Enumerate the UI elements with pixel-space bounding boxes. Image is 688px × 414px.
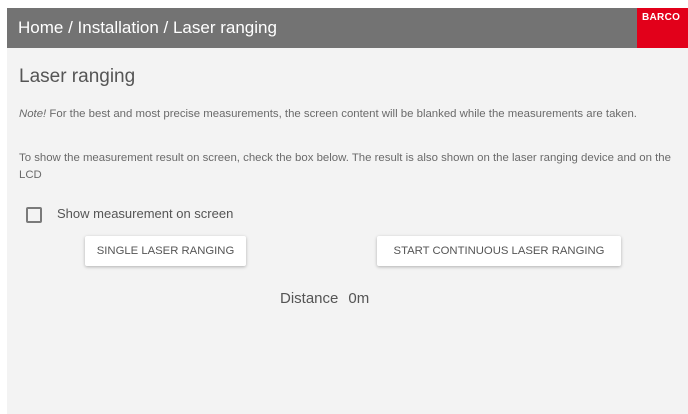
app-window: Home / Installation / Laser ranging BARC… [7,8,688,414]
distance-readout: Distance 0m [280,290,369,307]
barco-logo-text: BARCO [642,12,681,23]
show-on-screen-checkbox[interactable] [26,207,42,223]
note-body: For the best and most precise measuremen… [46,108,637,120]
note-text: Note! For the best and most precise meas… [19,107,679,122]
note-label: Note! [19,108,47,120]
distance-label: Distance [280,290,339,307]
header-bar: Home / Installation / Laser ranging BARC… [7,8,688,48]
barco-logo: BARCO [637,8,688,48]
single-laser-ranging-button[interactable]: SINGLE LASER RANGING [85,236,246,266]
distance-value: 0m [348,290,370,307]
breadcrumb: Home / Installation / Laser ranging [18,18,277,37]
start-continuous-laser-ranging-button[interactable]: START CONTINUOUS LASER RANGING [377,236,621,266]
info-text: To show the measurement result on screen… [19,152,671,181]
show-on-screen-label[interactable]: Show measurement on screen [57,206,233,221]
page-title: Laser ranging [19,66,136,87]
